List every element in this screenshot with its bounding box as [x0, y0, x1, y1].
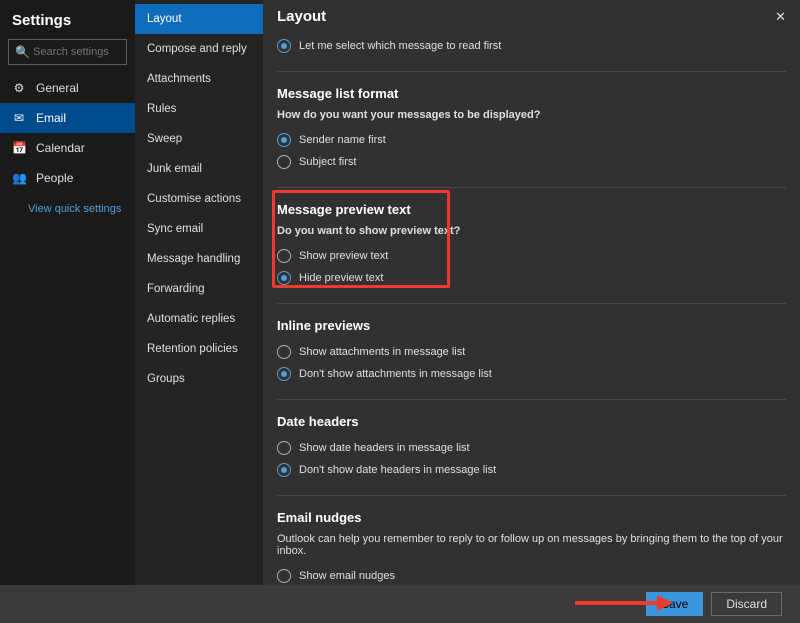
radio-icon	[277, 155, 291, 169]
subnav-item-sync-email[interactable]: Sync email	[135, 214, 263, 244]
general-icon: ⚙	[12, 81, 26, 95]
nav-item-email[interactable]: ✉ Email	[0, 103, 135, 133]
nav-item-label: General	[36, 81, 79, 95]
section-desc: How do you want your messages to be disp…	[277, 109, 786, 121]
radio-sender-name-first[interactable]: Sender name first	[277, 129, 786, 151]
save-button[interactable]: Save	[646, 592, 703, 616]
view-quick-settings-link[interactable]: View quick settings	[0, 193, 135, 215]
subnav-item-forwarding[interactable]: Forwarding	[135, 274, 263, 304]
radio-icon	[277, 345, 291, 359]
section-message-preview-text: Message preview text Do you want to show…	[277, 187, 786, 303]
section-focused-inbox-tail: Let me select which message to read firs…	[277, 29, 786, 71]
page-title: Layout	[277, 8, 326, 25]
section-message-list-format: Message list format How do you want your…	[277, 71, 786, 187]
people-icon: 👥	[12, 171, 26, 185]
section-title: Inline previews	[277, 318, 786, 333]
subnav-item-message-handling[interactable]: Message handling	[135, 244, 263, 274]
footer-bar: Save Discard	[0, 585, 800, 623]
section-title: Message preview text	[277, 202, 786, 217]
radio-select-message-manually[interactable]: Let me select which message to read firs…	[277, 35, 786, 57]
radio-icon	[277, 39, 291, 53]
nav-item-calendar[interactable]: 📅 Calendar	[0, 133, 135, 163]
radio-show-preview-text[interactable]: Show preview text	[277, 245, 786, 267]
subnav-item-customise-actions[interactable]: Customise actions	[135, 184, 263, 214]
email-subnav: LayoutCompose and replyAttachmentsRulesS…	[135, 0, 263, 585]
section-desc: Do you want to show preview text?	[277, 225, 786, 237]
email-icon: ✉	[12, 111, 26, 125]
radio-hide-preview-text[interactable]: Hide preview text	[277, 267, 786, 289]
nav-item-label: People	[36, 171, 73, 185]
calendar-icon: 📅	[12, 141, 26, 155]
radio-icon	[277, 441, 291, 455]
subnav-item-sweep[interactable]: Sweep	[135, 124, 263, 154]
radio-show-date-headers[interactable]: Show date headers in message list	[277, 437, 786, 459]
subnav-item-automatic-replies[interactable]: Automatic replies	[135, 304, 263, 334]
radio-show-inline-attachments[interactable]: Show attachments in message list	[277, 341, 786, 363]
radio-subject-first[interactable]: Subject first	[277, 151, 786, 173]
section-inline-previews: Inline previews Show attachments in mess…	[277, 303, 786, 399]
section-title: Message list format	[277, 86, 786, 101]
discard-button[interactable]: Discard	[711, 592, 782, 616]
subnav-item-compose-and-reply[interactable]: Compose and reply	[135, 34, 263, 64]
nav-item-people[interactable]: 👥 People	[0, 163, 135, 193]
radio-icon	[277, 367, 291, 381]
subnav-item-junk-email[interactable]: Junk email	[135, 154, 263, 184]
radio-show-email-nudges[interactable]: Show email nudges	[277, 565, 786, 585]
search-icon: 🔍	[15, 45, 29, 59]
nav-item-label: Calendar	[36, 141, 85, 155]
nav-item-general[interactable]: ⚙ General	[0, 73, 135, 103]
settings-title: Settings	[0, 8, 135, 39]
search-input[interactable]	[33, 46, 120, 58]
radio-icon	[277, 249, 291, 263]
section-email-nudges: Email nudges Outlook can help you rememb…	[277, 495, 786, 585]
radio-dont-show-date-headers[interactable]: Don't show date headers in message list	[277, 459, 786, 481]
section-desc: Outlook can help you remember to reply t…	[277, 533, 786, 557]
subnav-item-layout[interactable]: Layout	[135, 4, 263, 34]
subnav-item-rules[interactable]: Rules	[135, 94, 263, 124]
radio-icon	[277, 569, 291, 583]
nav-item-label: Email	[36, 111, 66, 125]
section-date-headers: Date headers Show date headers in messag…	[277, 399, 786, 495]
section-title: Email nudges	[277, 510, 786, 525]
subnav-item-retention-policies[interactable]: Retention policies	[135, 334, 263, 364]
radio-dont-show-inline-attachments[interactable]: Don't show attachments in message list	[277, 363, 786, 385]
search-box[interactable]: 🔍	[8, 39, 127, 65]
subnav-item-groups[interactable]: Groups	[135, 364, 263, 394]
radio-icon	[277, 133, 291, 147]
close-button[interactable]: ✕	[775, 9, 786, 25]
radio-icon	[277, 271, 291, 285]
layout-panel: Layout ✕ Let me select which message to …	[263, 0, 800, 585]
subnav-item-attachments[interactable]: Attachments	[135, 64, 263, 94]
section-title: Date headers	[277, 414, 786, 429]
radio-icon	[277, 463, 291, 477]
settings-sidebar: Settings 🔍 ⚙ General ✉ Email 📅 Calendar 👥 Peopl…	[0, 0, 135, 585]
